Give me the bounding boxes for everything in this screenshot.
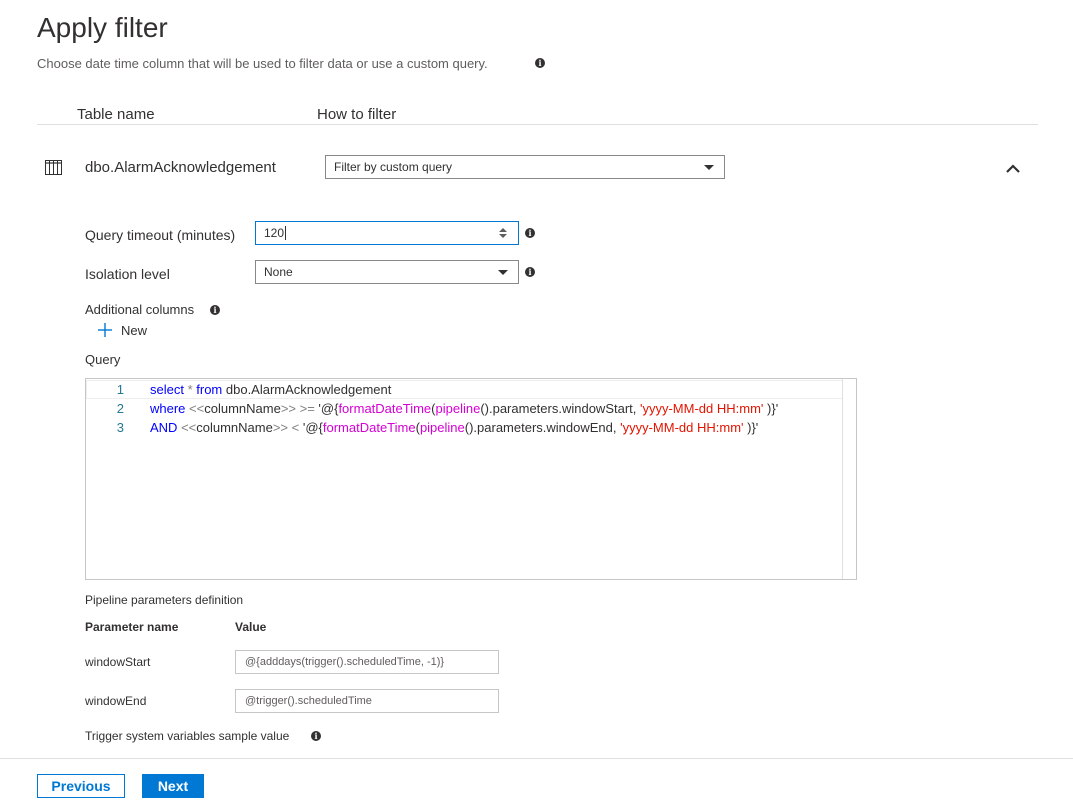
line-number: 1	[116, 382, 124, 397]
column-header-table-name: Table name	[77, 106, 155, 123]
code-token: AND	[150, 420, 178, 435]
param-value-window-end-input[interactable]: @trigger().scheduledTime	[235, 689, 499, 713]
chevron-down-icon	[704, 165, 714, 170]
param-value-window-start-input[interactable]: @{adddays(trigger().scheduledTime, -1)}	[235, 650, 499, 674]
spinner-icon[interactable]	[498, 227, 508, 239]
previous-button[interactable]: Previous	[37, 774, 125, 798]
filter-mode-value: Filter by custom query	[334, 160, 453, 174]
code-token: <<	[177, 420, 197, 435]
info-icon[interactable]: i	[525, 267, 535, 277]
code-token: '@{	[318, 401, 339, 416]
code-token: 'yyyy-MM-dd HH:mm'	[640, 401, 764, 416]
param-value-header: Value	[235, 620, 267, 634]
info-icon[interactable]: i	[535, 58, 545, 68]
info-icon[interactable]: i	[210, 305, 220, 315]
code-token: pipeline	[419, 420, 465, 435]
trigger-variables-label: Trigger system variables sample value	[85, 729, 290, 743]
code-token: from	[196, 382, 223, 397]
code-token: columnName	[204, 401, 281, 416]
additional-columns-label: Additional columns	[85, 302, 195, 317]
code-text: AND <<columnName>> < '@{formatDateTime(p…	[150, 418, 758, 437]
line-number: 2	[116, 401, 124, 416]
isolation-level-label: Isolation level	[85, 266, 170, 282]
pipeline-params-section-label: Pipeline parameters definition	[85, 593, 244, 607]
code-token: ().parameters.windowStart,	[480, 401, 640, 416]
code-text: where <<columnName>> >= '@{formatDateTim…	[150, 399, 778, 418]
header-divider	[37, 124, 1038, 125]
param-name-window-end: windowEnd	[85, 694, 147, 708]
editor-scrollbar[interactable]	[842, 379, 856, 579]
page-subtitle: Choose date time column that will be use…	[37, 56, 488, 71]
column-header-how-to-filter: How to filter	[317, 106, 397, 123]
info-icon[interactable]: i	[311, 731, 321, 741]
code-token: '@{	[302, 420, 323, 435]
footer-divider	[0, 758, 1073, 759]
code-token: <<	[185, 401, 205, 416]
code-token: dbo.AlarmAcknowledgement	[222, 382, 392, 397]
page-title: Apply filter	[37, 12, 168, 43]
code-token: pipeline	[435, 401, 481, 416]
code-token: >> <	[272, 420, 303, 435]
param-name-window-start: windowStart	[85, 655, 151, 669]
add-column-label: New	[121, 322, 148, 338]
query-timeout-input[interactable]: 120	[255, 221, 519, 245]
code-token: )}'	[743, 420, 759, 435]
code-token: >> >=	[280, 401, 319, 416]
table-name: dbo.AlarmAcknowledgement	[85, 159, 276, 176]
param-value-window-start: @{adddays(trigger().scheduledTime, -1)}	[245, 656, 445, 668]
param-name-header: Parameter name	[85, 620, 179, 634]
code-token: formatDateTime	[338, 401, 432, 416]
code-token: columnName	[196, 420, 273, 435]
query-editor[interactable]: 1 select * from dbo.AlarmAcknowledgement 2…	[85, 378, 857, 580]
code-text: select * from dbo.AlarmAcknowledgement	[150, 380, 391, 399]
code-token: select	[150, 382, 184, 397]
line-number: 3	[116, 420, 124, 435]
code-token: formatDateTime	[322, 420, 416, 435]
filter-mode-dropdown[interactable]: Filter by custom query	[325, 155, 725, 179]
chevron-down-icon	[498, 270, 508, 275]
code-token: where	[150, 401, 186, 416]
code-token: *	[183, 382, 197, 397]
param-value-window-end: @trigger().scheduledTime	[245, 695, 372, 707]
isolation-level-value: None	[264, 265, 293, 279]
plus-icon	[98, 323, 112, 337]
next-button[interactable]: Next	[142, 774, 204, 798]
isolation-level-dropdown[interactable]: None	[255, 260, 519, 284]
query-label: Query	[85, 352, 121, 367]
query-timeout-label: Query timeout (minutes)	[85, 227, 236, 243]
code-token: 'yyyy-MM-dd HH:mm'	[620, 420, 744, 435]
query-timeout-value: 120	[264, 226, 285, 240]
add-column-button[interactable]: New	[97, 322, 147, 338]
table-icon	[45, 160, 62, 175]
code-token: ().parameters.windowEnd,	[464, 420, 621, 435]
chevron-up-icon[interactable]	[1004, 162, 1022, 176]
info-icon[interactable]: i	[525, 228, 535, 238]
code-token: )}'	[763, 401, 779, 416]
